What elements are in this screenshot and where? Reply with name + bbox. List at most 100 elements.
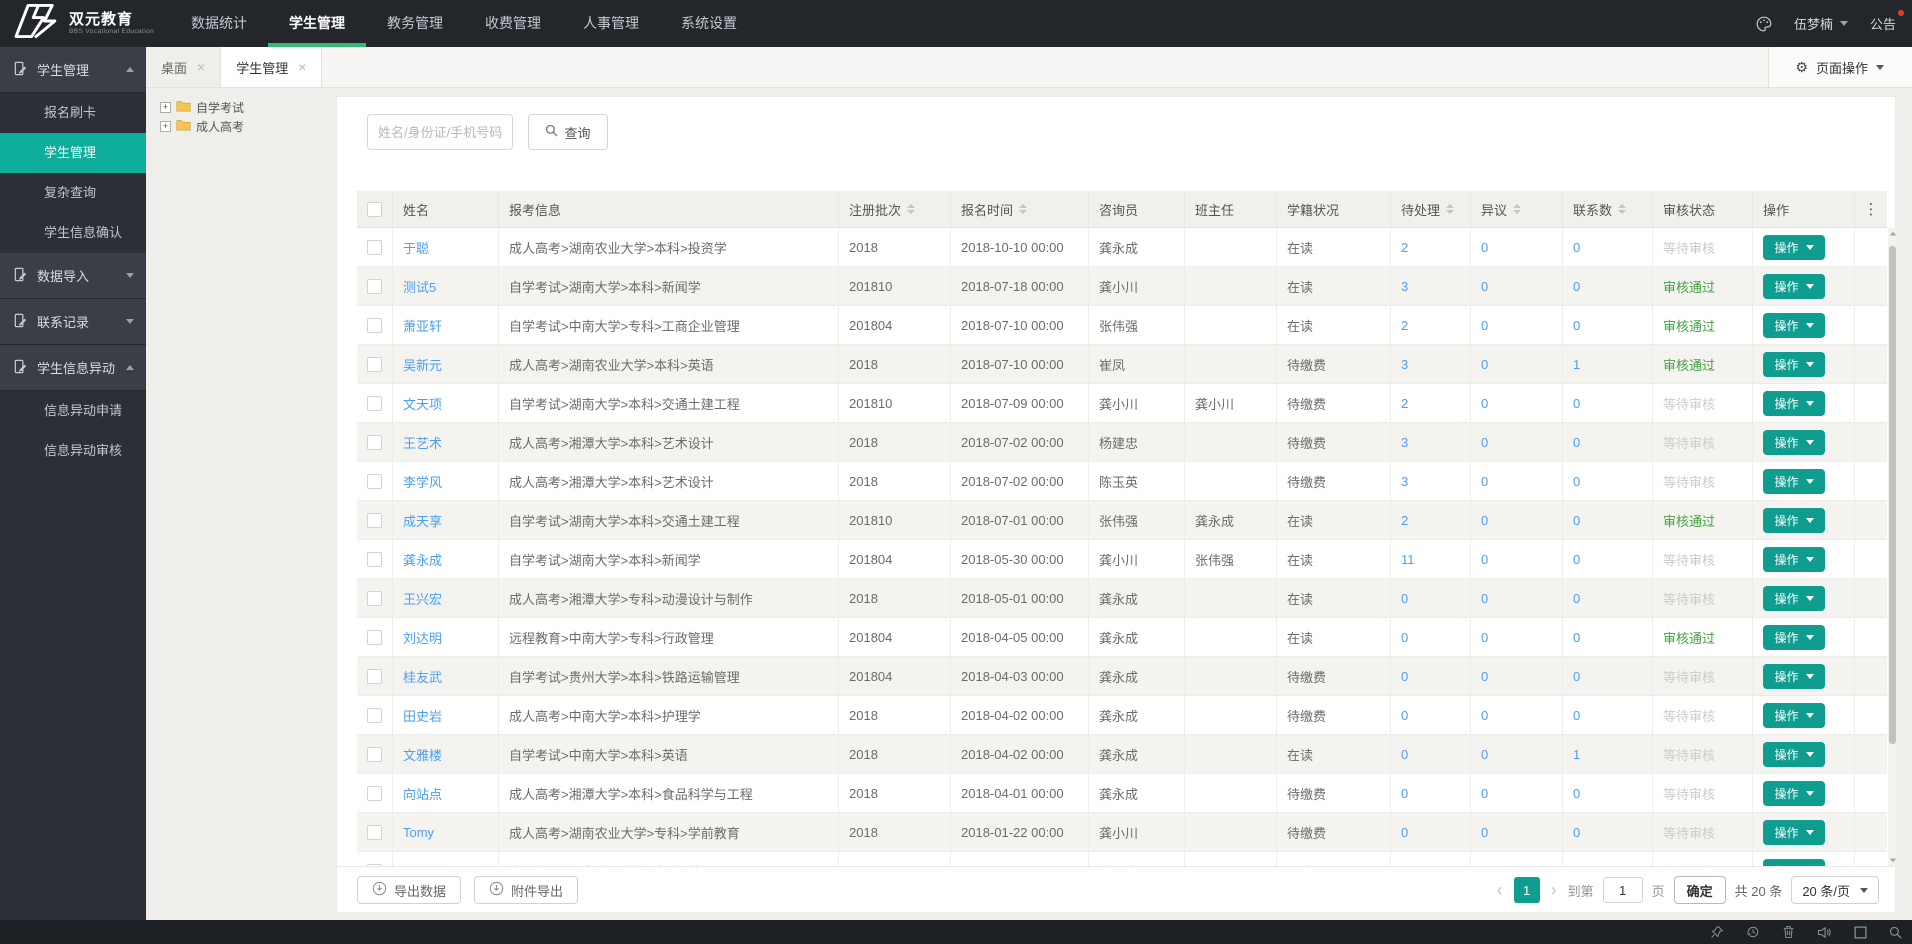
row-action-button[interactable]: 操作 — [1763, 703, 1825, 728]
sidebar-item-9[interactable]: 信息异动申请 — [0, 391, 146, 431]
column-header-batch[interactable]: 注册批次 — [839, 191, 951, 227]
contacts-count-link[interactable]: 0 — [1573, 552, 1580, 567]
student-name-link[interactable]: 成天享 — [403, 511, 442, 530]
objection-count-link[interactable]: 0 — [1481, 825, 1488, 840]
column-header-contacts[interactable]: 联系数 — [1563, 191, 1653, 227]
objection-count-link[interactable]: 0 — [1481, 435, 1488, 450]
pending-count-link[interactable]: 2 — [1401, 318, 1408, 333]
objection-count-link[interactable]: 0 — [1481, 747, 1488, 762]
pin-icon[interactable] — [1710, 925, 1724, 939]
row-checkbox[interactable] — [367, 396, 382, 411]
sidebar-item-5[interactable]: 学生信息确认 — [0, 213, 146, 253]
student-name-link[interactable]: 刘达明 — [403, 628, 442, 647]
student-name-link[interactable]: 王艺术 — [403, 433, 442, 452]
objection-count-link[interactable]: 0 — [1481, 669, 1488, 684]
contacts-count-link[interactable]: 0 — [1573, 669, 1580, 684]
contacts-count-link[interactable]: 0 — [1573, 630, 1580, 645]
column-settings-icon[interactable]: ⋮ — [1864, 202, 1879, 217]
close-icon[interactable]: × — [298, 59, 306, 75]
export-button-2[interactable]: 附件导出 — [474, 876, 578, 904]
contacts-count-link[interactable]: 1 — [1573, 357, 1580, 372]
pending-count-link[interactable]: 2 — [1401, 396, 1408, 411]
confirm-button[interactable]: 确定 — [1674, 876, 1726, 904]
sort-icon[interactable] — [1618, 204, 1626, 214]
contacts-count-link[interactable]: 0 — [1573, 786, 1580, 801]
row-action-button[interactable]: 操作 — [1763, 820, 1825, 845]
nav-item-3[interactable]: 教务管理 — [366, 0, 464, 47]
row-checkbox[interactable] — [367, 240, 382, 255]
trash-icon[interactable] — [1782, 925, 1795, 939]
page-actions-button[interactable]: ⚙ 页面操作 — [1768, 47, 1912, 87]
student-name-link[interactable]: 龚永成 — [403, 550, 442, 569]
row-checkbox[interactable] — [367, 825, 382, 840]
student-name-link[interactable]: 向站点 — [403, 784, 442, 803]
objection-count-link[interactable]: 0 — [1481, 708, 1488, 723]
row-action-button[interactable]: 操作 — [1763, 664, 1825, 689]
row-action-button[interactable]: 操作 — [1763, 313, 1825, 338]
row-action-button[interactable]: 操作 — [1763, 508, 1825, 533]
row-checkbox[interactable] — [367, 357, 382, 372]
column-header-objection[interactable]: 异议 — [1471, 191, 1563, 227]
window-icon[interactable] — [1854, 926, 1867, 939]
nav-item-2[interactable]: 学生管理 — [268, 0, 366, 47]
student-name-link[interactable]: 测试5 — [403, 277, 436, 296]
nav-item-5[interactable]: 人事管理 — [562, 0, 660, 47]
pending-count-link[interactable]: 3 — [1401, 435, 1408, 450]
scrollbar-thumb[interactable] — [1889, 246, 1896, 744]
pending-count-link[interactable]: 11 — [1401, 552, 1415, 567]
export-button-1[interactable]: 导出数据 — [357, 876, 461, 904]
row-checkbox[interactable] — [367, 474, 382, 489]
row-action-button[interactable]: 操作 — [1763, 586, 1825, 611]
contacts-count-link[interactable]: 0 — [1573, 435, 1580, 450]
pending-count-link[interactable]: 0 — [1401, 786, 1408, 801]
student-name-link[interactable]: 王兴宏 — [403, 589, 442, 608]
tree-node-2[interactable]: +成人高考 — [160, 117, 244, 136]
row-action-button[interactable]: 操作 — [1763, 352, 1825, 377]
student-name-link[interactable]: 桂友武 — [403, 667, 442, 686]
prev-page-icon[interactable]: ‹ — [1495, 881, 1505, 899]
tab-1[interactable]: 桌面× — [146, 47, 221, 87]
tree-node-1[interactable]: +自学考试 — [160, 98, 244, 117]
row-checkbox[interactable] — [367, 513, 382, 528]
row-action-button[interactable]: 操作 — [1763, 781, 1825, 806]
nav-item-6[interactable]: 系统设置 — [660, 0, 758, 47]
row-action-button[interactable]: 操作 — [1763, 859, 1825, 867]
tab-2[interactable]: 学生管理× — [221, 47, 322, 87]
objection-count-link[interactable]: 0 — [1481, 357, 1488, 372]
scroll-up-icon[interactable] — [1888, 231, 1897, 236]
pending-count-link[interactable]: 0 — [1401, 708, 1408, 723]
row-checkbox[interactable] — [367, 630, 382, 645]
user-menu[interactable]: 伍梦楠 — [1794, 14, 1848, 33]
search-input[interactable] — [367, 114, 513, 150]
vertical-scrollbar[interactable] — [1888, 228, 1897, 866]
sort-icon[interactable] — [1513, 204, 1521, 214]
row-action-button[interactable]: 操作 — [1763, 742, 1825, 767]
column-header-pending[interactable]: 待处理 — [1391, 191, 1471, 227]
contacts-count-link[interactable]: 0 — [1573, 591, 1580, 606]
student-name-link[interactable]: 吴新元 — [403, 355, 442, 374]
speaker-icon[interactable] — [1817, 926, 1832, 939]
pending-count-link[interactable]: 0 — [1401, 747, 1408, 762]
student-name-link[interactable]: 李学风 — [403, 472, 442, 491]
contacts-count-link[interactable]: 0 — [1573, 513, 1580, 528]
page-number-current[interactable]: 1 — [1514, 877, 1540, 903]
expand-plus-icon[interactable]: + — [160, 121, 171, 132]
student-name-link[interactable]: 文雅楼 — [403, 745, 442, 764]
sidebar-item-3[interactable]: 学生管理 — [0, 133, 146, 173]
next-page-icon[interactable]: › — [1549, 881, 1559, 899]
row-checkbox[interactable] — [367, 669, 382, 684]
pending-count-link[interactable]: 0 — [1401, 630, 1408, 645]
contacts-count-link[interactable]: 0 — [1573, 240, 1580, 255]
sidebar-item-4[interactable]: 复杂查询 — [0, 173, 146, 213]
pending-count-link[interactable]: 0 — [1401, 825, 1408, 840]
objection-count-link[interactable]: 0 — [1481, 786, 1488, 801]
contacts-count-link[interactable]: 0 — [1573, 318, 1580, 333]
objection-count-link[interactable]: 0 — [1481, 513, 1488, 528]
sort-icon[interactable] — [1446, 204, 1454, 214]
contacts-count-link[interactable]: 0 — [1573, 708, 1580, 723]
row-action-button[interactable]: 操作 — [1763, 274, 1825, 299]
nav-item-4[interactable]: 收费管理 — [464, 0, 562, 47]
objection-count-link[interactable]: 0 — [1481, 474, 1488, 489]
search-icon[interactable] — [1889, 926, 1902, 939]
objection-count-link[interactable]: 0 — [1481, 591, 1488, 606]
